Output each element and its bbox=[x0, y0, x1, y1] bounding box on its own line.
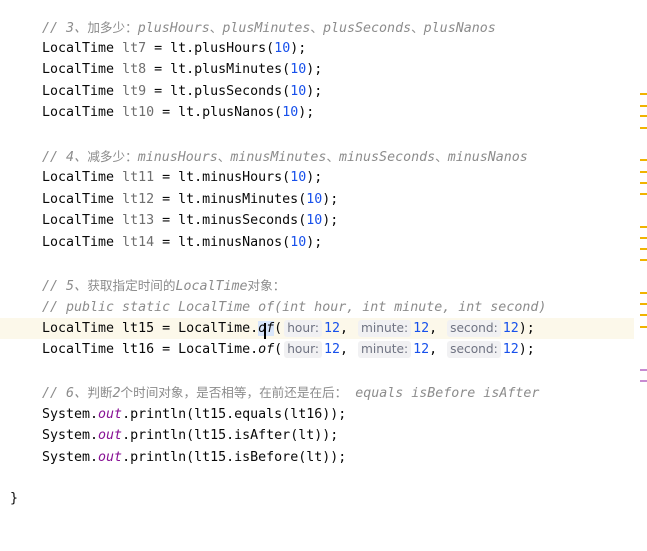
statement-print-after: System.out.println(lt15.isAfter(lt)); bbox=[42, 428, 339, 443]
code-line[interactable]: System.out.println(lt15.equals(lt16)); bbox=[0, 404, 634, 425]
statement-lt13: LocalTime lt13 = lt.minusSeconds(10); bbox=[42, 213, 339, 228]
statement-lt10: LocalTime lt10 = lt.plusNanos(10); bbox=[42, 105, 315, 120]
section4-comment: // 4、减多少：minusHours、minusMinutes、minusSe… bbox=[42, 149, 528, 165]
warning-marker[interactable] bbox=[640, 237, 647, 239]
code-line[interactable]: LocalTime lt16 = LocalTime.of(hour: 12, m… bbox=[0, 339, 634, 360]
statement-print-equals: System.out.println(lt15.equals(lt16)); bbox=[42, 407, 347, 422]
statement-lt9: LocalTime lt9 = lt.plusSeconds(10); bbox=[42, 84, 323, 99]
inlay-hint-minute: minute: bbox=[358, 341, 412, 358]
inlay-hint-second: second: bbox=[447, 320, 501, 337]
warning-marker[interactable] bbox=[640, 127, 647, 129]
code-line[interactable]: LocalTime lt14 = lt.minusNanos(10); bbox=[0, 232, 634, 253]
statement-print-before: System.out.println(lt15.isBefore(lt)); bbox=[42, 450, 347, 465]
closing-brace: } bbox=[10, 491, 19, 506]
inlay-hint-hour: hour: bbox=[284, 341, 322, 358]
warning-marker[interactable] bbox=[640, 226, 647, 228]
warning-marker[interactable] bbox=[640, 182, 647, 184]
warning-marker[interactable] bbox=[640, 303, 647, 305]
code-line[interactable]: System.out.println(lt15.isBefore(lt)); bbox=[0, 447, 634, 468]
code-line[interactable]: LocalTime lt11 = lt.minusHours(10); bbox=[0, 167, 634, 188]
code-line[interactable]: LocalTime lt7 = lt.plusHours(10); bbox=[0, 38, 634, 59]
statement-lt11: LocalTime lt11 = lt.minusHours(10); bbox=[42, 170, 323, 185]
code-line[interactable]: LocalTime lt9 = lt.plusSeconds(10); bbox=[0, 81, 634, 102]
statement-lt15: LocalTime lt15 = LocalTime.of(hour: 12, m… bbox=[42, 318, 535, 339]
statement-lt14: LocalTime lt14 = lt.minusNanos(10); bbox=[42, 235, 323, 250]
signature-comment: // public static LocalTime of(int hour, … bbox=[42, 300, 547, 315]
statement-lt12: LocalTime lt12 = lt.minusMinutes(10); bbox=[42, 192, 339, 207]
info-marker[interactable] bbox=[640, 369, 647, 371]
code-line[interactable]: // 6、判断2个时间对象，是否相等，在前还是在后： equals isBefo… bbox=[0, 382, 634, 403]
code-line[interactable]: // 5、获取指定时间的LocalTime对象： bbox=[0, 275, 634, 296]
code-line[interactable]: LocalTime lt13 = lt.minusSeconds(10); bbox=[0, 210, 634, 231]
warning-marker[interactable] bbox=[640, 171, 647, 173]
code-line[interactable]: // public static LocalTime of(int hour, … bbox=[0, 297, 634, 318]
code-line[interactable]: LocalTime lt8 = lt.plusMinutes(10); bbox=[0, 59, 634, 80]
warning-marker[interactable] bbox=[640, 259, 647, 261]
section6-comment: // 6、判断2个时间对象，是否相等，在前还是在后： equals isBefo… bbox=[42, 385, 540, 401]
info-marker[interactable] bbox=[640, 380, 647, 382]
code-line[interactable]: System.out.println(lt15.isAfter(lt)); bbox=[0, 425, 634, 446]
current-code-line[interactable]: LocalTime lt15 = LocalTime.of(hour: 12, m… bbox=[0, 318, 634, 339]
code-editor[interactable]: // 3、加多少：plusHours、plusMinutes、plusSecon… bbox=[0, 0, 634, 527]
warning-marker[interactable] bbox=[640, 248, 647, 250]
inlay-hint-hour: hour: bbox=[284, 320, 322, 337]
section3-comment: // 3、加多少：plusHours、plusMinutes、plusSecon… bbox=[42, 20, 496, 36]
code-line[interactable]: // 4、减多少：minusHours、minusMinutes、minusSe… bbox=[0, 146, 634, 167]
warning-marker[interactable] bbox=[640, 93, 647, 95]
warning-marker[interactable] bbox=[640, 193, 647, 195]
warning-marker[interactable] bbox=[640, 115, 647, 117]
warning-marker[interactable] bbox=[640, 326, 647, 328]
inlay-hint-second: second: bbox=[447, 341, 501, 358]
warning-marker[interactable] bbox=[640, 105, 647, 107]
warning-marker[interactable] bbox=[640, 292, 647, 294]
error-stripe[interactable] bbox=[634, 0, 647, 527]
text-caret: of bbox=[258, 321, 275, 339]
section5-comment: // 5、获取指定时间的LocalTime对象： bbox=[42, 278, 286, 294]
warning-marker[interactable] bbox=[640, 159, 647, 161]
statement-lt16: LocalTime lt16 = LocalTime.of(hour: 12, m… bbox=[42, 341, 535, 358]
code-line[interactable]: // 3、加多少：plusHours、plusMinutes、plusSecon… bbox=[0, 17, 634, 38]
warning-marker[interactable] bbox=[640, 314, 647, 316]
code-line[interactable]: LocalTime lt10 = lt.plusNanos(10); bbox=[0, 102, 634, 123]
statement-lt8: LocalTime lt8 = lt.plusMinutes(10); bbox=[42, 62, 323, 77]
code-line[interactable]: LocalTime lt12 = lt.minusMinutes(10); bbox=[0, 189, 634, 210]
code-line[interactable]: } bbox=[0, 488, 634, 509]
inlay-hint-minute: minute: bbox=[358, 320, 412, 337]
statement-lt7: LocalTime lt7 = lt.plusHours(10); bbox=[42, 41, 307, 56]
